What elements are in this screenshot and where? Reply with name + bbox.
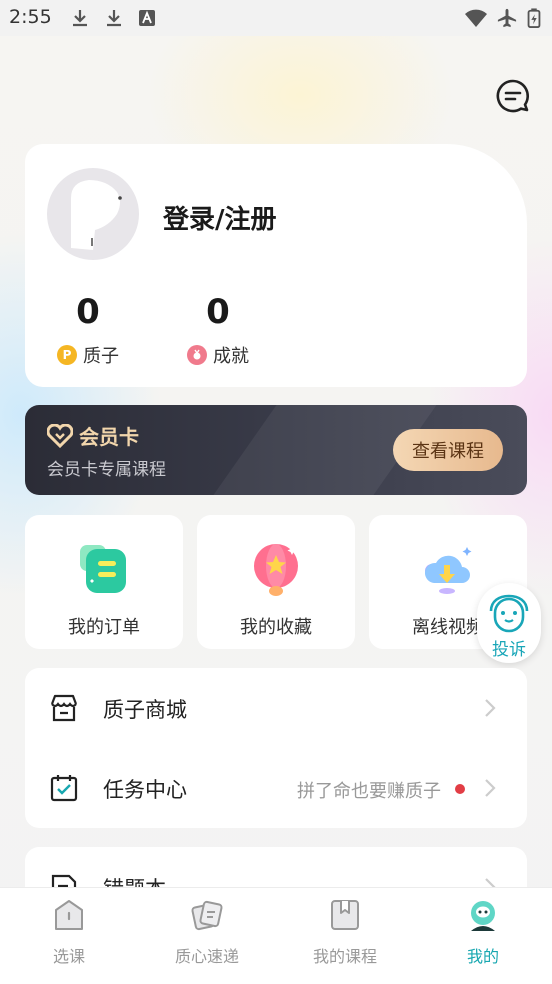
nav-tab-express[interactable]: 质心速递: [138, 888, 276, 984]
nav-tab-express-label: 质心速递: [174, 947, 239, 966]
battery-icon: [527, 8, 541, 28]
cloud-download-icon: [424, 547, 472, 594]
airplane-icon: [497, 8, 517, 28]
view-courses-button[interactable]: 查看课程: [393, 429, 503, 471]
stat-proton-label: 质子: [83, 346, 119, 367]
wifi-icon: [465, 9, 487, 27]
home-icon: [55, 900, 83, 930]
chevron-right-icon: [485, 779, 496, 797]
menu-item-task-center[interactable]: 任务中心 拼了命也要赚质子: [25, 748, 527, 828]
robot-face-icon: [489, 594, 529, 633]
shop-icon: [50, 694, 78, 722]
status-bar: 2:55: [0, 0, 552, 36]
notification-dot: [455, 784, 465, 794]
profile-card: 登录/注册 0 P 质子 0 成就: [25, 144, 527, 387]
login-register-link[interactable]: 登录/注册: [163, 199, 277, 236]
tile-my-orders-label: 我的订单: [68, 617, 140, 638]
complaint-float-button[interactable]: 投诉: [477, 583, 541, 663]
member-card-title-text: 会员卡: [79, 425, 139, 449]
express-icon: [191, 900, 223, 931]
chevron-right-icon: [485, 699, 496, 717]
download-icon: [107, 10, 121, 27]
menu-list: 质子商城 任务中心 拼了命也要赚质子: [25, 668, 527, 828]
calendar-check-icon: [50, 775, 78, 802]
balloon-icon: [254, 544, 298, 596]
stat-proton[interactable]: 0 P 质子: [43, 292, 133, 368]
nav-tab-mine[interactable]: 我的: [414, 888, 552, 984]
stat-achievement-label: 成就: [213, 346, 249, 367]
book-icon: [331, 900, 359, 930]
nav-tab-select-course[interactable]: 选课: [0, 888, 138, 984]
nav-tab-my-courses-label: 我的课程: [312, 947, 377, 966]
nav-tab-my-courses[interactable]: 我的课程: [276, 888, 414, 984]
status-time: 2:55: [9, 6, 52, 28]
member-card-subtitle: 会员卡专属课程: [47, 460, 166, 480]
stat-achievement-value: 0: [206, 292, 230, 332]
nav-tab-select-course-label: 选课: [52, 947, 85, 966]
avatar[interactable]: [47, 168, 139, 260]
medal-icon: [187, 345, 207, 365]
bottom-nav: 选课 质心速递 我的课程 我的: [0, 887, 552, 984]
menu-item-proton-shop-label: 质子商城: [103, 698, 187, 722]
menu-item-proton-shop[interactable]: 质子商城: [25, 668, 527, 748]
avatar-placeholder-icon: [71, 180, 122, 250]
member-card-title: 会员卡: [47, 421, 139, 450]
message-icon[interactable]: [495, 78, 531, 114]
heart-diamond-icon: [47, 423, 73, 448]
mine-icon: [471, 901, 495, 931]
member-card-banner[interactable]: 会员卡 会员卡专属课程 查看课程: [25, 405, 527, 495]
tile-my-orders[interactable]: 我的订单: [25, 515, 183, 649]
complaint-label: 投诉: [492, 640, 526, 660]
font-app-icon: [139, 10, 155, 26]
task-center-hint: 拼了命也要赚质子: [297, 781, 441, 802]
menu-item-task-center-label: 任务中心: [103, 778, 187, 802]
stat-achievement[interactable]: 0 成就: [173, 292, 263, 368]
tile-my-favorites-label: 我的收藏: [240, 617, 312, 638]
nav-tab-mine-label: 我的: [466, 947, 499, 966]
coin-p-icon: P: [57, 345, 77, 365]
stat-proton-value: 0: [76, 292, 100, 332]
download-icon: [73, 10, 87, 27]
order-icon: [80, 545, 126, 593]
tile-my-favorites[interactable]: 我的收藏: [197, 515, 355, 649]
